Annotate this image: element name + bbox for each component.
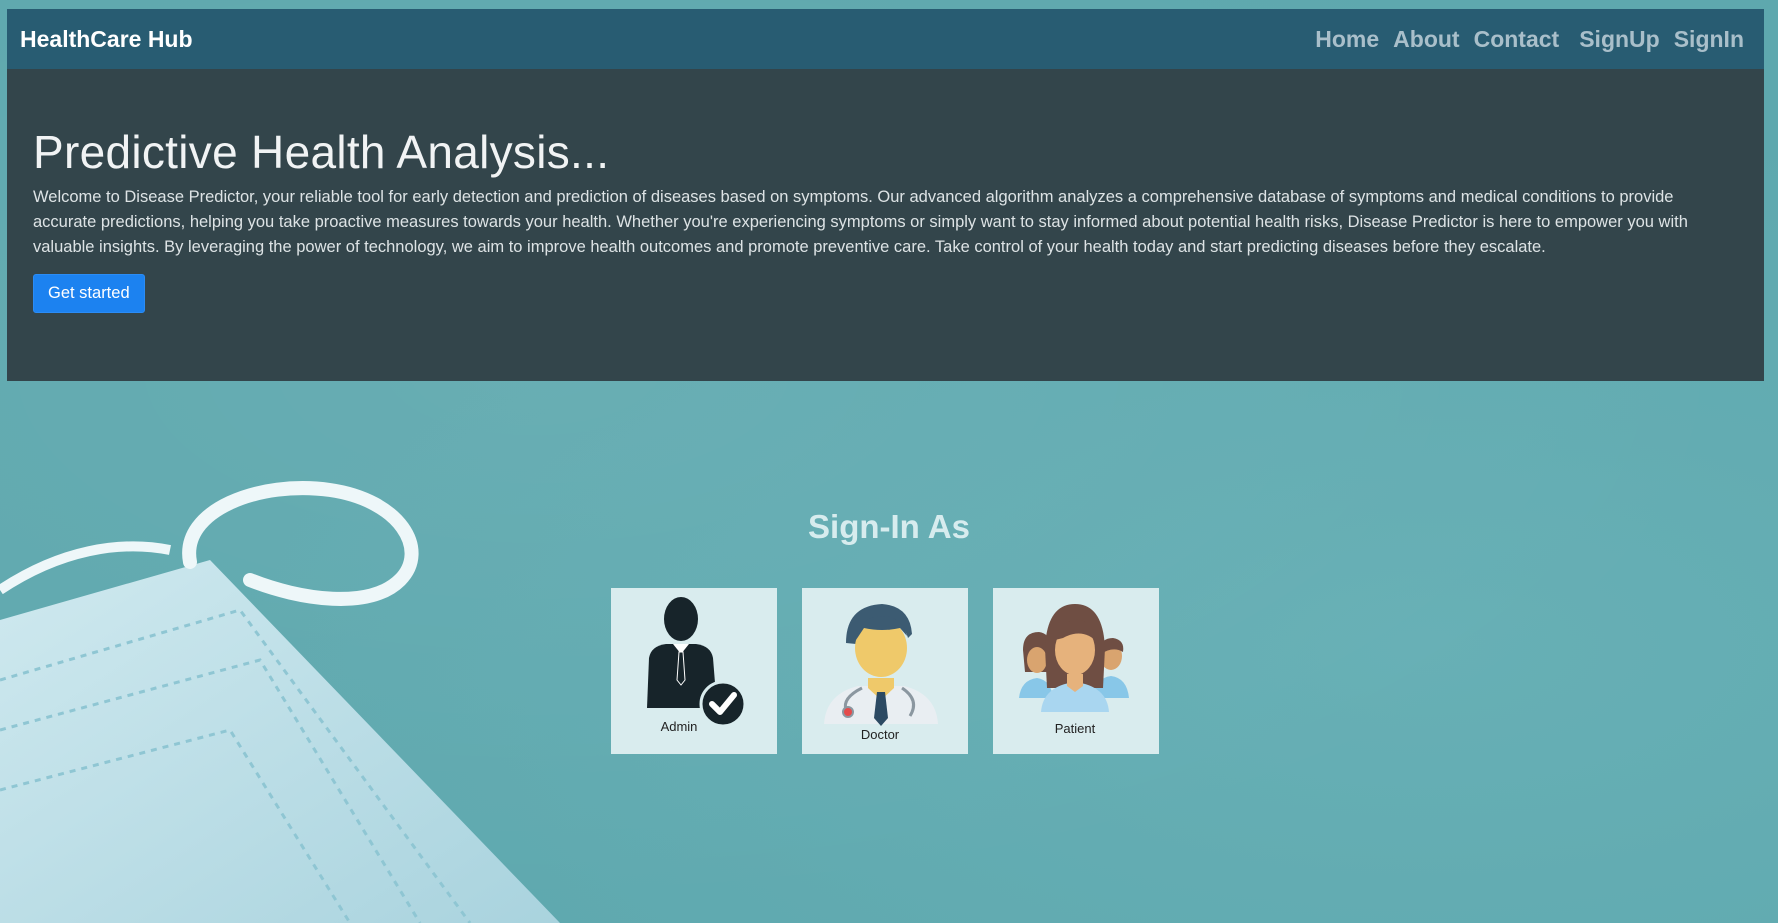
top-navbar: HealthCare Hub Home About Contact SignUp… xyxy=(7,9,1764,69)
nav-link-contact[interactable]: Contact xyxy=(1474,26,1560,53)
hero-description: Welcome to Disease Predictor, your relia… xyxy=(33,188,1688,256)
signin-section-title: Sign-In As xyxy=(808,508,970,545)
hero-jumbotron: Predictive Health Analysis... Welcome to… xyxy=(7,69,1764,381)
admin-role-card[interactable]: Admin xyxy=(611,588,777,754)
doctor-label: Doctor xyxy=(860,727,900,742)
doctor-role-card[interactable]: Doctor xyxy=(802,588,968,754)
nav-link-signin[interactable]: SignIn xyxy=(1674,26,1744,53)
nav-link-signup[interactable]: SignUp xyxy=(1579,26,1660,53)
nav-link-about[interactable]: About xyxy=(1393,26,1459,53)
get-started-button[interactable]: Get started xyxy=(33,274,145,313)
nav-link-home[interactable]: Home xyxy=(1315,26,1379,53)
hero-title: Predictive Health Analysis... xyxy=(33,126,610,178)
patient-role-card[interactable]: Patient xyxy=(993,588,1159,754)
signin-role-cards: Admin Doctor Patient xyxy=(611,588,1159,754)
brand-logo-text[interactable]: HealthCare Hub xyxy=(20,26,193,53)
admin-label: Admin xyxy=(660,719,698,734)
nav-links: Home About Contact SignUp SignIn xyxy=(1301,26,1744,53)
patient-label: Patient xyxy=(1054,721,1096,736)
